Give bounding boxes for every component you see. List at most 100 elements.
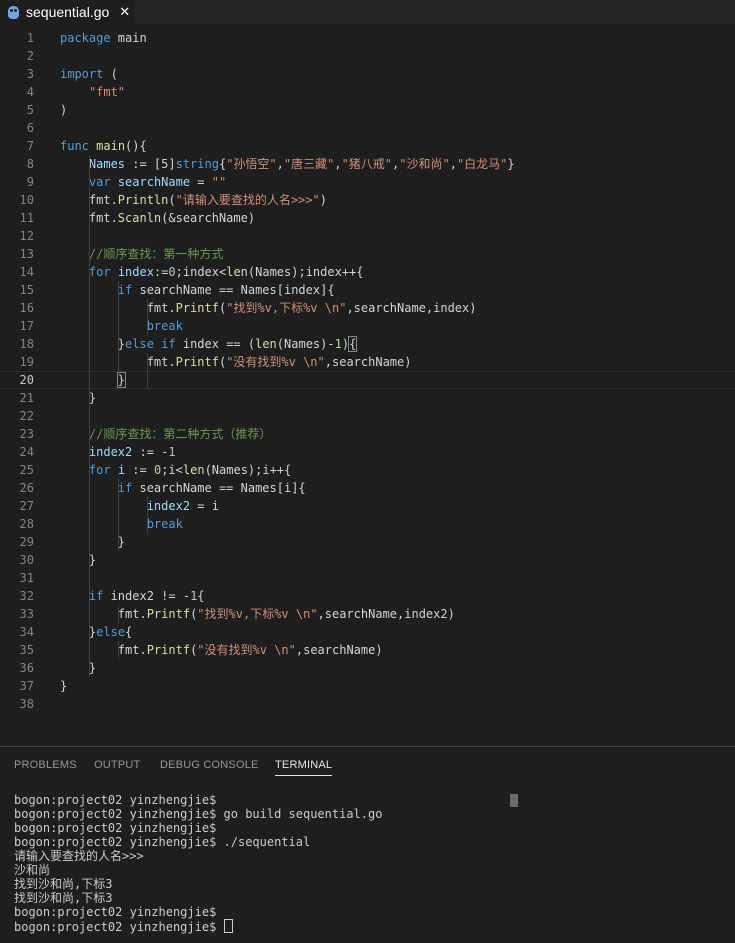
code-token: = <box>190 175 212 189</box>
code-token: 1 <box>334 337 342 351</box>
code-line[interactable]: 14 for index:=0;index<len(Names);index++… <box>0 263 735 281</box>
code-line[interactable]: 27 index2 = i <box>0 497 735 515</box>
code-line[interactable]: 29 } <box>0 533 735 551</box>
code-line[interactable]: 9 var searchName = "" <box>0 173 735 191</box>
code-line[interactable]: 22 <box>0 407 735 425</box>
code-line[interactable]: 5) <box>0 101 735 119</box>
code-token: "猪八戒" <box>341 157 393 171</box>
code-line[interactable]: 16 fmt.Printf("找到%v,下标%v \n",searchName,… <box>0 299 735 317</box>
terminal-line: 请输入要查找的人名>>> <box>14 849 144 863</box>
code-token: ) <box>341 337 350 351</box>
code-token: import <box>60 67 104 81</box>
code-text: break <box>60 317 183 335</box>
code-line[interactable]: 25 for i := 0;i<len(Names);i++{ <box>0 461 735 479</box>
line-number: 38 <box>19 697 34 711</box>
code-line[interactable]: 38 <box>0 695 735 713</box>
tab-terminal[interactable]: TERMINAL <box>275 759 333 776</box>
code-line[interactable]: 13 //顺序查找：第一种方式 <box>0 245 735 263</box>
code-token: "" <box>211 175 227 189</box>
line-number: 2 <box>26 49 34 63</box>
code-token: len <box>226 265 248 279</box>
code-line[interactable]: 36 } <box>0 659 735 677</box>
code-line[interactable]: 23 //顺序查找：第二种方式（推荐） <box>0 425 735 443</box>
line-number: 25 <box>19 463 34 477</box>
line-number: 8 <box>26 157 34 171</box>
code-line[interactable]: 20 } <box>0 371 735 389</box>
code-token: index == ( <box>175 337 256 351</box>
terminal-line: 找到沙和尚,下标3 <box>14 877 113 891</box>
code-line[interactable]: 26 if searchName == Names[i]{ <box>0 479 735 497</box>
code-line[interactable]: 11 fmt.Scanln(&searchName) <box>0 209 735 227</box>
code-token: } <box>60 391 97 405</box>
code-line[interactable]: 21 } <box>0 389 735 407</box>
tab-sequential-go[interactable]: sequential.go ✕ <box>0 0 135 24</box>
close-icon[interactable]: ✕ <box>119 4 130 20</box>
code-token: "沙和尚" <box>399 157 450 171</box>
code-line[interactable]: 18 }else if index == (len(Names)-1){ <box>0 335 735 353</box>
line-number: 11 <box>19 211 34 225</box>
terminal-line: 沙和尚 <box>14 863 51 877</box>
line-number: 13 <box>19 247 34 261</box>
code-line[interactable]: 10 fmt.Println("请输入要查找的人名>>>") <box>0 191 735 209</box>
line-number: 22 <box>19 409 34 423</box>
line-number: 32 <box>19 589 34 603</box>
code-text: if index2 != -1{ <box>60 587 205 605</box>
code-line[interactable]: 33 fmt.Printf("找到%v,下标%v \n",searchName,… <box>0 605 735 623</box>
code-line[interactable]: 24 index2 := -1 <box>0 443 735 461</box>
code-line[interactable]: 30 } <box>0 551 735 569</box>
line-number: 28 <box>19 517 34 531</box>
code-line[interactable]: 6 <box>0 119 735 137</box>
tab-debug-console[interactable]: DEBUG CONSOLE <box>160 759 259 771</box>
code-line[interactable]: 34 }else{ <box>0 623 735 641</box>
code-text: func main(){ <box>60 137 147 155</box>
line-number: 26 <box>19 481 34 495</box>
code-text: } <box>60 551 96 569</box>
code-line[interactable]: 37} <box>0 677 735 695</box>
code-text: } <box>60 372 127 388</box>
code-token: "白龙马" <box>456 157 508 171</box>
line-number: 24 <box>19 445 34 459</box>
tab-output[interactable]: OUTPUT <box>94 759 140 771</box>
code-line[interactable]: 17 break <box>0 317 735 335</box>
code-line[interactable]: 31 <box>0 569 735 587</box>
line-number: 15 <box>19 283 34 297</box>
code-token: searchName == Names[i]{ <box>132 481 306 495</box>
code-token: searchName <box>117 175 191 189</box>
indent-guide <box>88 155 90 677</box>
code-text: fmt.Printf("找到%v,下标%v \n",searchName,ind… <box>60 605 455 623</box>
code-line[interactable]: 12 <box>0 227 735 245</box>
code-line[interactable]: 15 if searchName == Names[index]{ <box>0 281 735 299</box>
code-line[interactable]: 28 break <box>0 515 735 533</box>
code-line[interactable]: 1 package main <box>0 29 735 47</box>
code-line[interactable]: 35 fmt.Printf("没有找到%v \n",searchName) <box>0 641 735 659</box>
tab-problems[interactable]: PROBLEMS <box>14 759 77 771</box>
code-line[interactable]: 19 fmt.Printf("没有找到%v \n",searchName) <box>0 353 735 371</box>
code-line[interactable]: 7 func main(){ <box>0 137 735 155</box>
code-token: if <box>88 589 104 603</box>
code-line[interactable]: 4 "fmt" <box>0 83 735 101</box>
code-token: Println <box>117 193 169 207</box>
code-line[interactable]: 2 <box>0 47 735 65</box>
code-line[interactable]: 32 if index2 != -1{ <box>0 587 735 605</box>
code-text: if searchName == Names[index]{ <box>60 281 335 299</box>
line-number: 6 <box>26 121 34 135</box>
code-token: ;i< <box>161 463 183 477</box>
code-token: package <box>60 31 111 45</box>
code-token: ,searchName,index) <box>346 301 477 315</box>
code-token: { <box>125 625 133 639</box>
code-token: index2 != - <box>103 589 191 603</box>
bottom-panel: PROBLEMS OUTPUT DEBUG CONSOLE TERMINAL b… <box>0 746 735 943</box>
code-line[interactable]: 3 import ( <box>0 65 735 83</box>
code-token: var <box>88 175 111 189</box>
line-number: 33 <box>19 607 34 621</box>
indent-guide <box>117 281 119 371</box>
code-token: else <box>125 337 154 351</box>
terminal-output[interactable]: bogon:project02 yinzhengjie$ bogon:proje… <box>14 793 724 941</box>
line-number: 23 <box>19 427 34 441</box>
code-editor[interactable]: 1 package main 2 3 import (4 "fmt" 5) 6 7 func m… <box>0 29 735 713</box>
code-text: } <box>60 659 96 677</box>
code-line[interactable]: 8 Names := [5]string{"孙悟空","唐三藏","猪八戒","… <box>0 155 735 173</box>
